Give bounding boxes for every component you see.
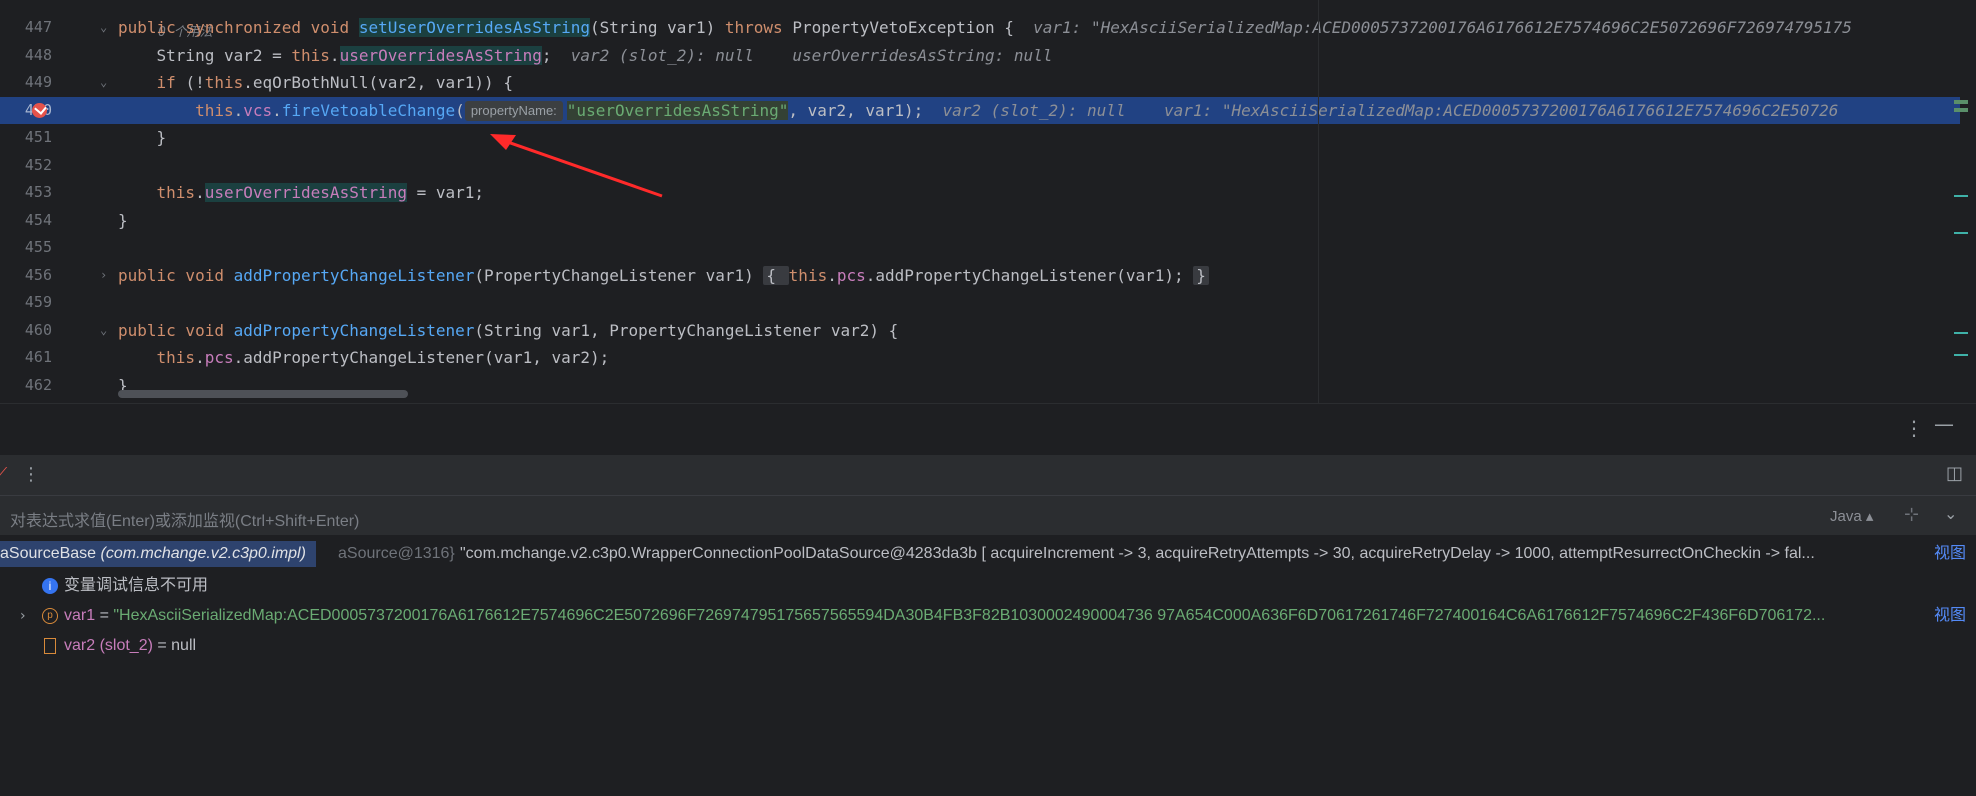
local-variable-icon [44, 638, 56, 654]
code-token: addPropertyChangeListener [233, 265, 475, 285]
code-token: PropertyVetoException { [792, 18, 1034, 37]
code-text[interactable]: } [118, 207, 128, 234]
folded-region: { [763, 265, 789, 285]
code-token: pcs [836, 265, 866, 285]
code-editor[interactable]: 0 个用法 447 ⌄ public synchronized void setUs… [0, 0, 1976, 403]
chevron-down-icon[interactable]: ⌄ [1944, 504, 1957, 523]
line-number[interactable]: 460 [0, 317, 52, 344]
code-line-461[interactable]: 461 this.pcs.addPropertyChangeListener(v… [0, 344, 1960, 371]
var1-name: var1 [64, 607, 96, 624]
variables-panel: aSourceBase (com.mchange.v2.c3p0.impl) a… [0, 535, 1976, 796]
scroll-marker [1954, 108, 1968, 112]
info-icon: i [42, 578, 58, 594]
code-token: (PropertyChangeListener var1) [474, 265, 764, 285]
frame-row[interactable]: aSourceBase (com.mchange.v2.c3p0.impl) a… [0, 535, 1976, 571]
var2-value: = null [152, 637, 197, 654]
line-number[interactable]: 461 [0, 344, 52, 371]
view-link[interactable]: 视图 [1934, 539, 1966, 569]
fold-toggle-icon[interactable]: › [100, 262, 107, 289]
view-link[interactable]: 视图 [1934, 601, 1966, 631]
minimize-icon[interactable]: — [1934, 412, 1954, 436]
var1-value: "HexAsciiSerializedMap:ACED0005737200176… [113, 607, 1826, 624]
layout-icon[interactable]: ◫ [1946, 463, 1963, 484]
fold-toggle-icon[interactable]: ⌄ [100, 317, 107, 344]
code-token: throws [724, 18, 793, 37]
code-token: .addPropertyChangeListener(var1); [865, 265, 1194, 285]
expand-chevron-icon[interactable]: › [20, 601, 26, 631]
var2-name: var2 (slot_2) [64, 637, 153, 654]
folded-region: } [1193, 265, 1209, 285]
parameter-icon: p [42, 608, 58, 624]
code-text[interactable]: this.pcs.addPropertyChangeListener(var1,… [118, 344, 610, 371]
code-token: , var2, var1); [788, 100, 943, 120]
debug-panel-header: ⋮ — [0, 403, 1976, 456]
line-number[interactable]: 455 [0, 234, 52, 261]
scroll-marker [1954, 232, 1968, 234]
code-token: addPropertyChangeListener [233, 320, 475, 340]
code-token: var2 (slot_2): null var1: "HexAsciiSeria… [942, 100, 1839, 120]
variable-row-var2[interactable]: var2 (slot_2) = null [0, 631, 1976, 661]
code-text[interactable]: public void addPropertyChangeListener(St… [118, 317, 898, 344]
debug-toolbar: ⟋ ⋮ ◫ [0, 455, 1976, 495]
evaluate-expression-bar[interactable]: 对表达式求值(Enter)或添加监视(Ctrl+Shift+Enter) Jav… [0, 495, 1976, 536]
more-options-icon[interactable]: ⋮ [1904, 416, 1924, 440]
info-row: i 变量调试信息不可用 [0, 571, 1976, 601]
line-number[interactable]: 462 [0, 372, 52, 399]
right-margin-guide [1318, 0, 1319, 403]
eval-input-placeholder[interactable]: 对表达式求值(Enter)或添加监视(Ctrl+Shift+Enter) [10, 507, 359, 531]
mute-breakpoints-icon[interactable]: ⟋ [0, 464, 7, 484]
variable-row-var1[interactable]: › p var1 = "HexAsciiSerializedMap:ACED00… [0, 601, 1976, 631]
annotation-arrow [490, 134, 663, 198]
code-token: pcs [204, 348, 234, 367]
scroll-marker [1954, 332, 1968, 334]
code-token: public void [118, 265, 234, 285]
code-text[interactable]: public void addPropertyChangeListener(Pr… [118, 262, 1209, 289]
info-message: 变量调试信息不可用 [64, 577, 209, 594]
selected-frame[interactable]: aSourceBase (com.mchange.v2.c3p0.impl) [0, 541, 316, 567]
code-line-459[interactable]: 459 [0, 289, 1960, 316]
code-token: var1: "HexAsciiSerializedMap:ACED0005737… [1033, 18, 1852, 37]
code-line-456[interactable]: 456 › public void addPropertyChangeListene… [0, 262, 1960, 289]
scroll-marker [1954, 195, 1968, 197]
line-number[interactable]: 456 [0, 262, 52, 289]
code-token: this [788, 265, 828, 285]
frame-object-value: "com.mchange.v2.c3p0.WrapperConnectionPo… [460, 545, 1815, 562]
code-token: this [156, 348, 196, 367]
scroll-marker [1954, 100, 1968, 104]
scroll-marker [1954, 354, 1968, 356]
line-number[interactable]: 459 [0, 289, 52, 316]
code-line-460[interactable]: 460 ⌄ public void addPropertyChangeListene… [0, 317, 1960, 344]
code-token: (String var1, PropertyChangeListener var… [474, 320, 899, 340]
code-token: } [118, 210, 128, 230]
code-token: . [195, 348, 205, 367]
language-selector[interactable]: Java ▴ [1830, 507, 1873, 525]
horizontal-scrollbar[interactable] [118, 390, 408, 398]
code-token: . [827, 265, 837, 285]
code-token: .addPropertyChangeListener(var1, var2); [233, 348, 610, 367]
line-number[interactable]: 454 [0, 207, 52, 234]
code-token: public void [118, 320, 234, 340]
code-line-455[interactable]: 455 [0, 234, 1960, 261]
add-watch-icon[interactable]: ⊹ [1904, 504, 1919, 525]
toolbar-more-icon[interactable]: ⋮ [22, 464, 40, 485]
code-line-454[interactable]: 454} [0, 207, 1960, 234]
frame-object-id: aSource@1316} [338, 545, 455, 562]
